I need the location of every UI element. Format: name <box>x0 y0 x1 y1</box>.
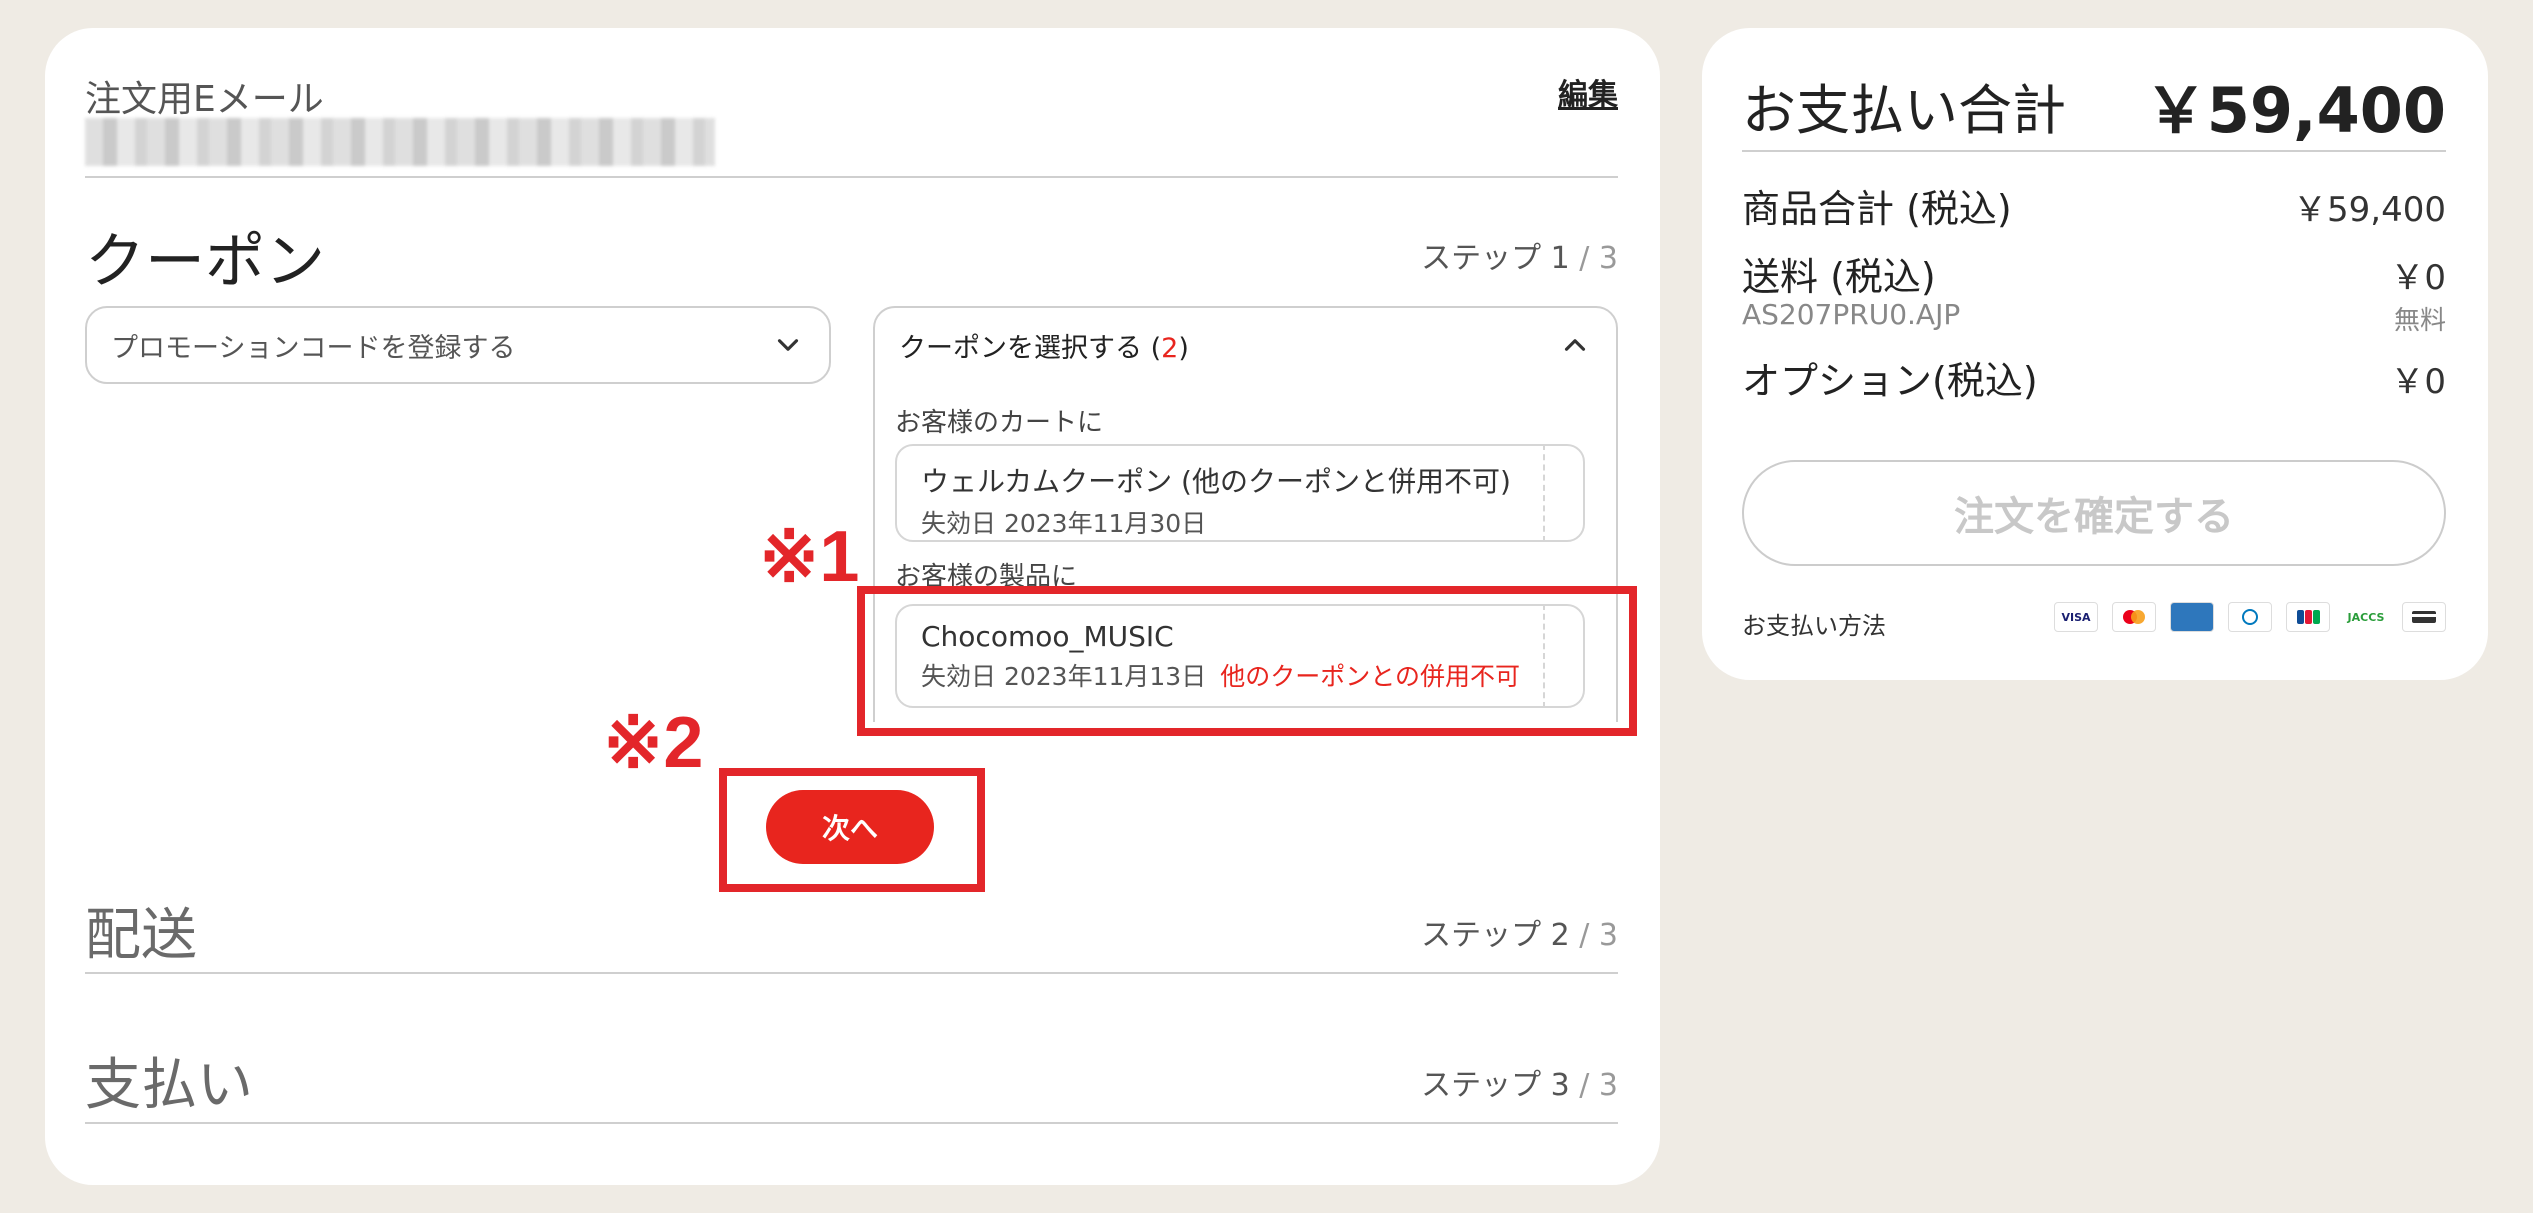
option-value: ￥0 <box>2390 362 2446 402</box>
card-icon <box>2402 602 2446 632</box>
coupon-group-label-cart: お客様のカートに <box>895 408 1104 438</box>
option-label: オプション(税込) <box>1742 359 2038 403</box>
order-summary-card: お支払い合計 ￥59,400 商品合計 (税込) ￥59,400 送料 (税込)… <box>1702 28 2488 680</box>
shipping-section-title: 配送 <box>85 903 197 968</box>
payment-section-title: 支払い <box>85 1053 253 1118</box>
coupon-select-label: クーポンを選択する (2) <box>899 332 1189 364</box>
diners-icon <box>2228 602 2272 632</box>
coupon-section-title: クーポン <box>85 227 325 297</box>
coupon-name: ウェルカムクーポン (他のクーポンと併用不可) <box>921 465 1511 498</box>
divider <box>85 176 1618 178</box>
shipping-step-indicator: ステップ 2 / 3 <box>1421 918 1618 953</box>
jaccs-icon: JACCS <box>2347 610 2385 624</box>
shipping-value: ￥0 <box>2390 258 2446 298</box>
jcb-icon <box>2286 602 2330 632</box>
shipping-label: 送料 (税込) <box>1742 255 1936 299</box>
divider <box>85 972 1618 974</box>
amex-icon <box>2170 602 2214 632</box>
divider <box>85 1122 1618 1124</box>
payment-step-indicator: ステップ 3 / 3 <box>1421 1068 1618 1103</box>
payment-icons: VISA JACCS <box>2054 602 2446 632</box>
chevron-up-icon <box>1564 339 1586 351</box>
annotation-label-2: ※2 <box>603 703 704 783</box>
shipping-note: 無料 <box>2393 306 2446 336</box>
chevron-down-icon <box>777 339 799 351</box>
summary-total: ￥59,400 <box>2144 74 2446 147</box>
shipping-code: AS207PRU0.AJP <box>1742 298 1961 331</box>
coupon-expiry: 失効日 2023年11月30日 <box>921 509 1207 538</box>
checkout-card: 注文用Eメール 編集 クーポン ステップ 1 / 3 プロモーションコードを登録… <box>45 28 1660 1185</box>
email-label: 注文用Eメール <box>85 79 324 120</box>
summary-title: お支払い合計 <box>1742 79 2066 142</box>
annotation-label-1: ※1 <box>759 517 860 597</box>
next-button[interactable]: 次へ <box>766 790 934 864</box>
coupon-select-dropdown[interactable]: クーポンを選択する (2) <box>873 306 1618 384</box>
payment-method-label: お支払い方法 <box>1742 612 1886 640</box>
subtotal-label: 商品合計 (税込) <box>1742 187 2012 231</box>
email-value-redacted <box>85 118 715 166</box>
confirm-order-button[interactable]: 注文を確定する <box>1742 460 2446 566</box>
promo-code-placeholder: プロモーションコードを登録する <box>111 332 516 364</box>
promo-code-dropdown[interactable]: プロモーションコードを登録する <box>85 306 831 384</box>
edit-email-link[interactable]: 編集 <box>1558 70 1618 114</box>
visa-icon: VISA <box>2054 602 2098 632</box>
subtotal-value: ￥59,400 <box>2293 190 2446 230</box>
annotation-highlight-1 <box>857 586 1637 736</box>
divider <box>1742 150 2446 152</box>
coupon-step-indicator: ステップ 1 / 3 <box>1421 241 1618 276</box>
coupon-item-welcome[interactable]: ウェルカムクーポン (他のクーポンと併用不可) 失効日 2023年11月30日 <box>895 444 1585 542</box>
mastercard-icon <box>2112 602 2156 632</box>
